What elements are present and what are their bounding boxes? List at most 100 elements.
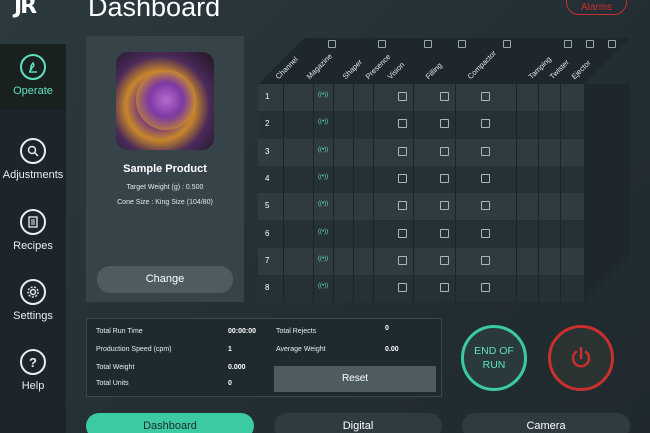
- cell-divider: [373, 275, 374, 303]
- reset-button[interactable]: Reset: [274, 366, 436, 392]
- edit-icon[interactable]: [398, 146, 407, 156]
- edit-icon[interactable]: [440, 255, 449, 265]
- cell-divider: [516, 165, 517, 193]
- edit-icon[interactable]: [398, 173, 407, 183]
- vision-edit-icon[interactable]: [424, 40, 432, 48]
- sidebar-item-help[interactable]: ? Help: [0, 339, 66, 405]
- grid-side-bg: [584, 84, 630, 300]
- cell-divider: [516, 275, 517, 303]
- cell-divider: [333, 111, 334, 139]
- cell-divider: [516, 220, 517, 248]
- change-product-button[interactable]: Change: [97, 266, 233, 293]
- edit-icon[interactable]: [440, 201, 449, 211]
- edit-icon[interactable]: [481, 283, 490, 293]
- cell-divider: [455, 275, 456, 303]
- cell-divider: [353, 84, 354, 111]
- edit-icon[interactable]: [481, 173, 490, 183]
- edit-icon[interactable]: [481, 92, 490, 101]
- edit-icon[interactable]: [398, 228, 407, 238]
- cell-divider: [560, 193, 561, 221]
- twister-edit-icon[interactable]: [586, 40, 594, 48]
- cell-divider: [333, 247, 334, 275]
- cell-divider: [538, 247, 539, 275]
- cell-divider: [455, 193, 456, 221]
- table-row: 6 ((•)): [258, 220, 584, 248]
- edit-icon[interactable]: [440, 173, 449, 183]
- shaper-edit-icon[interactable]: [378, 40, 386, 48]
- sidebar-item-operate[interactable]: Operate: [0, 44, 66, 110]
- sidebar-item-settings[interactable]: Settings: [0, 269, 66, 335]
- cell-divider: [516, 111, 517, 139]
- signal-icon: ((•)): [318, 283, 329, 290]
- edit-icon[interactable]: [440, 146, 449, 156]
- magazine-edit-icon[interactable]: [328, 40, 336, 48]
- cell-divider: [413, 138, 414, 166]
- product-name: Sample Product: [123, 163, 207, 175]
- cell-divider: [333, 84, 334, 111]
- edit-icon[interactable]: [481, 119, 490, 129]
- end-of-run-label-2: RUN: [482, 359, 506, 371]
- cell-divider: [538, 193, 539, 221]
- average-weight-label: Average Weight: [276, 346, 326, 353]
- power-button[interactable]: [548, 325, 614, 391]
- sidebar-item-label: Settings: [13, 310, 53, 322]
- cell-divider: [560, 138, 561, 166]
- edit-icon[interactable]: [481, 146, 490, 156]
- cell-divider: [333, 165, 334, 193]
- cell-divider: [373, 84, 374, 111]
- cell-divider: [413, 247, 414, 275]
- total-run-time-value: 00:00:00: [228, 328, 257, 335]
- edit-icon[interactable]: [440, 283, 449, 293]
- edit-icon[interactable]: [398, 255, 407, 265]
- compactor-edit-icon[interactable]: [503, 40, 511, 48]
- total-rejects-value: 0: [385, 325, 389, 332]
- edit-icon[interactable]: [481, 201, 490, 211]
- cell-divider: [455, 138, 456, 166]
- edit-icon[interactable]: [398, 201, 407, 211]
- app-logo: JR: [14, 0, 37, 19]
- edit-icon[interactable]: [440, 92, 449, 101]
- sidebar-item-label: Operate: [13, 85, 53, 97]
- edit-icon[interactable]: [398, 283, 407, 293]
- cell-divider: [353, 193, 354, 221]
- operate-icon: [20, 54, 46, 80]
- cell-divider: [313, 220, 314, 248]
- edit-icon[interactable]: [398, 92, 407, 101]
- total-units-label: Total Units: [96, 380, 129, 387]
- sidebar-item-adjustments[interactable]: Adjustments: [0, 128, 66, 194]
- tamping-edit-icon[interactable]: [564, 40, 572, 48]
- cell-divider: [283, 275, 284, 303]
- tab-camera[interactable]: Camera: [462, 413, 630, 433]
- row-number: 8: [265, 283, 270, 293]
- table-row: 5 ((•)): [258, 193, 584, 221]
- cell-divider: [373, 220, 374, 248]
- cell-divider: [538, 111, 539, 139]
- sidebar-item-label: Recipes: [13, 240, 53, 252]
- channel-grid: Channel Magazine Shaper Presence Vision …: [258, 36, 630, 303]
- cell-divider: [455, 220, 456, 248]
- edit-icon[interactable]: [398, 119, 407, 129]
- edit-icon[interactable]: [440, 228, 449, 238]
- cell-divider: [353, 111, 354, 139]
- end-of-run-button[interactable]: END OF RUN: [461, 325, 527, 391]
- table-row: 4 ((•)): [258, 165, 584, 193]
- cell-divider: [455, 84, 456, 111]
- tab-digital[interactable]: Digital: [274, 413, 442, 433]
- cell-divider: [373, 193, 374, 221]
- edit-icon[interactable]: [440, 119, 449, 129]
- filling-edit-icon[interactable]: [458, 40, 466, 48]
- row-number: 1: [265, 92, 270, 101]
- edit-icon[interactable]: [481, 255, 490, 265]
- edit-icon[interactable]: [481, 228, 490, 238]
- alarms-button[interactable]: Alarms: [566, 0, 627, 15]
- cell-divider: [560, 247, 561, 275]
- cell-divider: [353, 138, 354, 166]
- sidebar-item-recipes[interactable]: Recipes: [0, 199, 66, 265]
- cell-divider: [538, 165, 539, 193]
- tab-dashboard[interactable]: Dashboard: [86, 413, 254, 433]
- cell-divider: [313, 165, 314, 193]
- cell-divider: [353, 165, 354, 193]
- ejector-edit-icon[interactable]: [608, 40, 616, 48]
- product-cone-size: Cone Size : King Size (104/80): [117, 199, 213, 206]
- production-speed-label: Production Speed (cpm): [96, 346, 172, 353]
